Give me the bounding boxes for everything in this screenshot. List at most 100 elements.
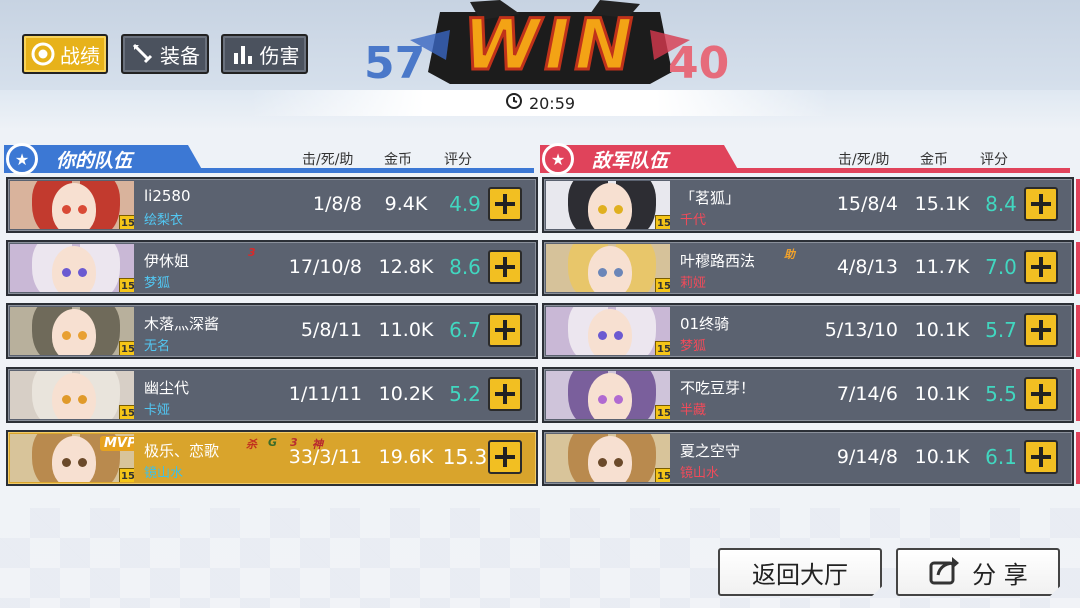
player-rating: 7.0 [985,255,1017,279]
add-friend-button[interactable] [1024,250,1058,284]
share-label: 分 享 [972,560,1028,589]
player-name: 夏之空守 [680,442,741,460]
sword-icon [130,41,156,67]
enemy-player-row: 15 不吃豆芽！ 半藏 7/14/6 10.1K 5.5 [542,367,1080,423]
hero-portrait: 15 [10,307,134,355]
ally-col-gold: 金币 [384,152,412,168]
ally-player-row: 15 幽尘代 卡娅 1/11/11 10.2K 5.2 [6,367,538,423]
back-label: 返回大厅 [752,560,848,589]
enemy-player-row: 15 01终骑 梦狐 5/13/10 10.1K 5.7 [542,303,1080,359]
add-friend-button[interactable] [488,377,522,411]
add-friend-button[interactable] [488,187,522,221]
hero-name: 卡娅 [144,403,171,418]
match-timer: 20:59 [250,90,830,116]
tab-damage-label: 伤害 [259,43,300,68]
player-gold: 19.6K [378,446,434,468]
enemy-player-row: 15 夏之空守 镜山水 9/14/8 10.1K 6.1 [542,430,1080,486]
ally-player-row: 15 MVP 极乐、恋歌 镜山水 33/3/11 19.6K 15.3 杀G3神 [6,430,538,486]
share-button[interactable]: 分 享 [896,548,1060,596]
achievement-badge-icon: 助 [784,248,795,261]
add-friend-button[interactable] [1024,440,1058,474]
player-kda: 5/13/10 [824,319,898,341]
player-rating: 8.6 [449,255,481,279]
hero-name: 镜山水 [680,466,720,481]
add-friend-button[interactable] [488,440,522,474]
hero-level-badge: 15 [655,341,670,355]
bar-chart-icon [230,41,256,67]
player-gold: 11.0K [378,319,434,341]
achievement-badge-icon: 杀 [246,438,257,451]
ally-col-kda: 击/死/助 [302,152,354,168]
hero-level-badge: 15 [655,468,670,482]
back-to-lobby-button[interactable]: 返回大厅 [718,548,882,596]
player-kda: 15/8/4 [836,193,898,215]
ally-player-row: 15 li2580 绘梨衣 1/8/8 9.4K 4.9 [6,177,538,233]
enemy-col-rating: 评分 [980,152,1008,168]
enemy-player-row: 15 叶穆路西法 莉娅 4/8/13 11.7K 7.0 助 [542,240,1080,296]
hero-name: 梦狐 [144,276,171,291]
player-gold: 10.1K [914,446,970,468]
player-name: 木落灬深酱 [144,315,220,333]
player-name: 伊休姐 [144,252,190,270]
win-title: WIN [462,3,637,88]
player-gold: 11.7K [914,256,970,278]
match-time: 20:59 [528,93,576,113]
clock-icon [505,92,523,114]
hero-level-badge: 15 [655,278,670,292]
enemy-team-header: 敌军队伍 ★ 击/死/助 金币 评分 [540,143,1070,175]
hero-portrait: 15 [546,307,670,355]
hero-portrait: 15 [546,181,670,229]
player-rating: 5.5 [985,382,1017,406]
player-rating: 4.9 [449,192,481,216]
hero-portrait: 15 [546,371,670,419]
add-friend-button[interactable] [488,250,522,284]
ally-col-rating: 评分 [444,152,472,168]
player-gold: 10.1K [914,319,970,341]
achievement-badge-icon: 神 [312,438,323,451]
hero-name: 梦狐 [680,339,707,354]
enemy-col-kda: 击/死/助 [838,152,890,168]
player-name: 01终骑 [680,315,730,333]
hero-portrait: 15 [10,371,134,419]
mvp-badge: MVP [100,436,134,451]
target-icon [30,41,56,67]
player-gold: 9.4K [384,193,428,215]
hero-level-badge: 15 [119,468,134,482]
hero-name: 千代 [680,213,707,228]
hero-portrait: 15 [10,181,134,229]
tab-equipment-label: 装备 [160,43,200,68]
tab-damage[interactable]: 伤害 [221,34,308,74]
player-name: 叶穆路西法 [680,252,756,270]
tab-record-label: 战绩 [60,43,100,68]
tab-record[interactable]: 战绩 [22,34,108,74]
add-friend-button[interactable] [488,313,522,347]
add-friend-button[interactable] [1024,377,1058,411]
hero-name: 镜山水 [144,466,184,481]
hero-level-badge: 15 [655,215,670,229]
tab-equipment[interactable]: 装备 [121,34,209,74]
player-name: 幽尘代 [144,379,190,397]
ally-team-header: 你的队伍 ★ 击/死/助 金币 评分 [4,143,534,175]
enemy-score: 40 [668,38,730,89]
player-name: li2580 [144,187,191,205]
player-rating: 5.7 [985,318,1017,342]
achievement-badge-icon: G [268,436,278,449]
win-banner: WIN [410,0,690,92]
player-rating: 15.3 [442,445,488,469]
hero-name: 半藏 [680,403,707,418]
share-icon [928,553,962,591]
hero-portrait: 15 [546,434,670,482]
add-friend-button[interactable] [1024,187,1058,221]
add-friend-button[interactable] [1024,313,1058,347]
player-kda: 7/14/6 [836,383,898,405]
player-name: 不吃豆芽！ [680,379,756,397]
player-kda: 1/11/11 [288,383,362,405]
player-kda: 17/10/8 [288,256,362,278]
achievement-badge-icon: 3 [248,246,256,259]
hero-portrait: 15 [10,244,134,292]
hero-level-badge: 15 [119,215,134,229]
hero-level-badge: 15 [119,405,134,419]
player-gold: 10.2K [378,383,434,405]
player-rating: 6.1 [985,445,1017,469]
player-gold: 15.1K [914,193,970,215]
